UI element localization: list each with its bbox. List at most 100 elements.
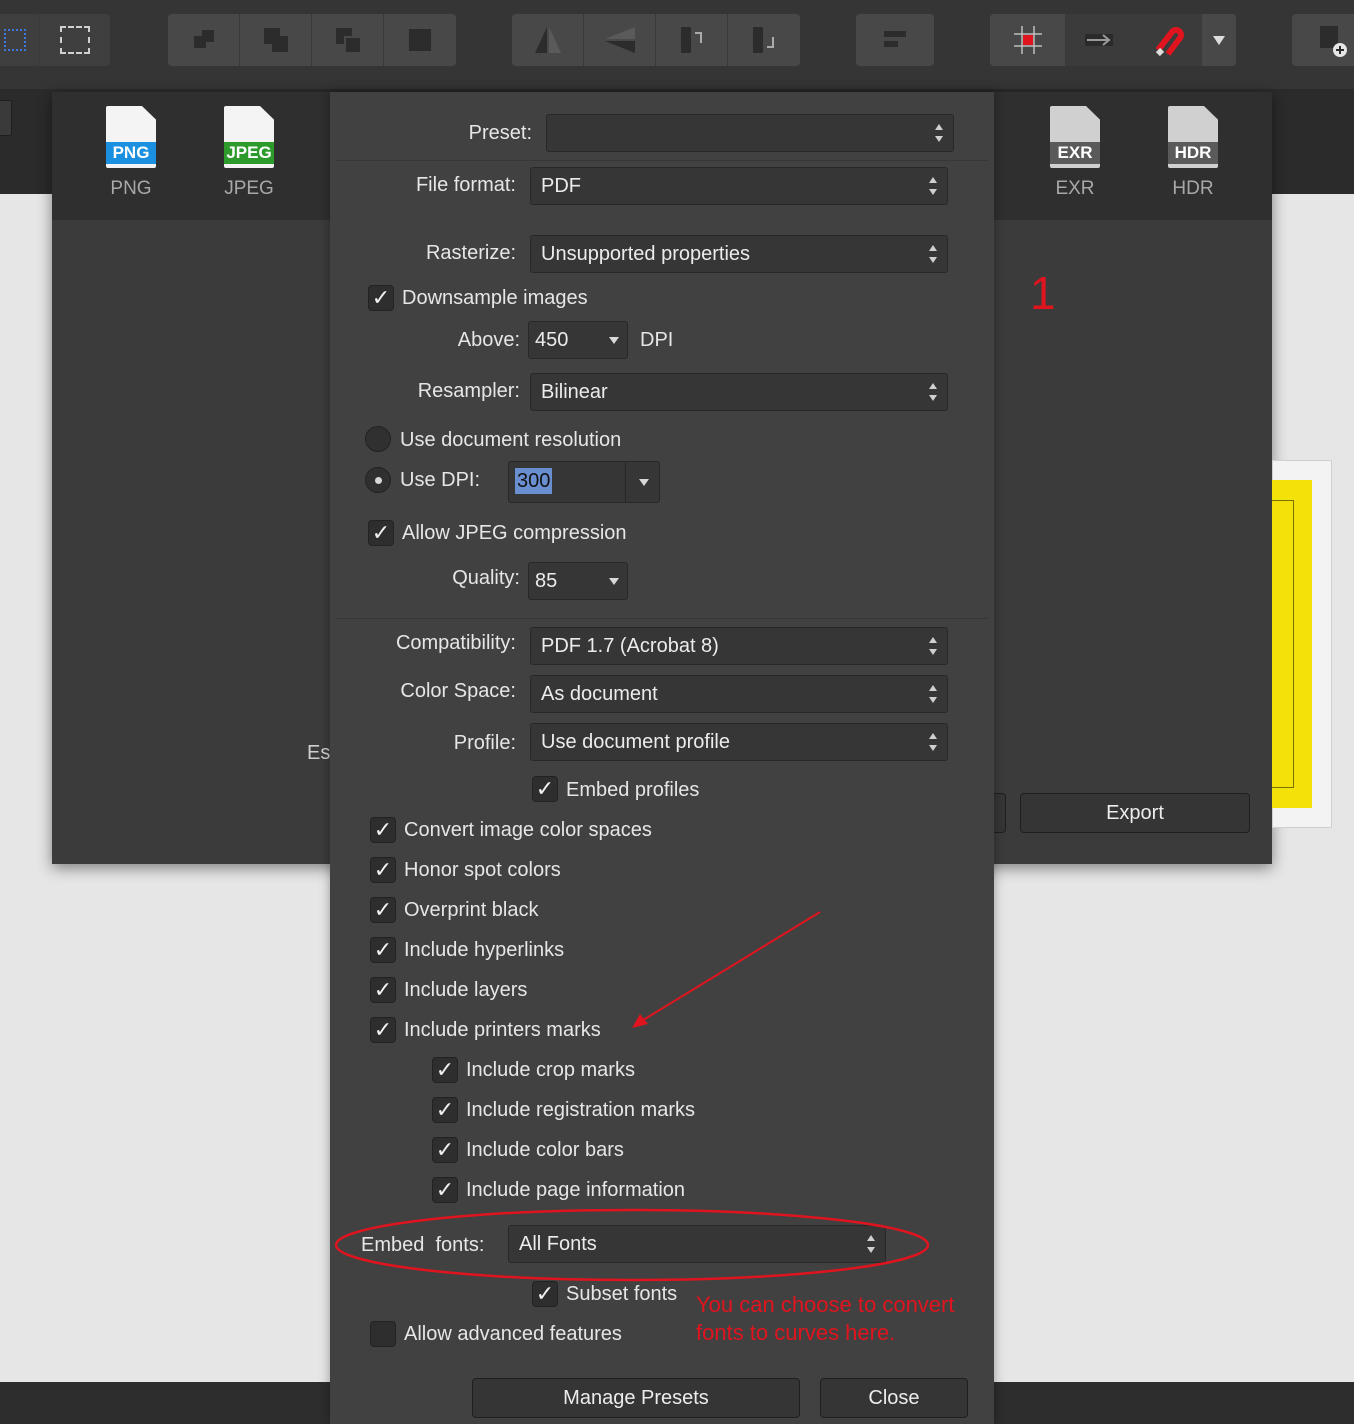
rotate-right-icon[interactable] xyxy=(728,14,800,66)
estimate-label: Es xyxy=(307,742,331,764)
stepper-icon xyxy=(867,1234,875,1254)
chevron-down-icon xyxy=(609,337,619,344)
stepper-icon xyxy=(935,123,943,143)
file-format-label: File format: xyxy=(415,174,516,196)
file-format-select[interactable]: PDF xyxy=(530,167,948,205)
export-button[interactable]: Export xyxy=(1020,793,1250,833)
stepper-icon xyxy=(929,636,937,656)
above-value: 450 xyxy=(535,329,569,351)
stepper-icon xyxy=(929,244,937,264)
use-dpi-value: 300 xyxy=(515,468,553,494)
preset-select[interactable] xyxy=(546,114,954,152)
arrange-back-icon[interactable] xyxy=(168,14,240,66)
honor-spot-colors-checkbox[interactable]: ✓ xyxy=(370,857,396,883)
downsample-checkbox[interactable]: ✓ xyxy=(368,285,394,311)
profile-select[interactable]: Use document profile xyxy=(530,723,948,761)
stepper-icon xyxy=(929,684,937,704)
include-printers-marks-label: Include printers marks xyxy=(404,1019,601,1041)
include-hyperlinks-checkbox[interactable]: ✓ xyxy=(370,937,396,963)
quality-combo[interactable]: 85 xyxy=(528,562,628,600)
stepper-icon xyxy=(929,382,937,402)
page-tools xyxy=(1292,14,1354,66)
include-printers-marks-checkbox[interactable]: ✓ xyxy=(370,1017,396,1043)
preset-label: Preset: xyxy=(468,122,532,144)
annotation-number: 1 xyxy=(1030,267,1056,319)
use-document-resolution-label: Use document resolution xyxy=(400,429,622,451)
add-page-icon[interactable] xyxy=(1292,14,1354,66)
arrange-front-icon[interactable] xyxy=(384,14,456,66)
include-registration-marks-checkbox[interactable]: ✓ xyxy=(432,1097,458,1123)
manage-presets-button[interactable]: Manage Presets xyxy=(472,1378,800,1418)
embed-fonts-value: All Fonts xyxy=(519,1233,597,1255)
flip-vertical-icon[interactable] xyxy=(584,14,656,66)
exr-file-icon: EXR xyxy=(1050,106,1100,168)
align-tools xyxy=(856,14,934,66)
arrange-backward-icon[interactable] xyxy=(240,14,312,66)
rotate-left-icon[interactable] xyxy=(656,14,728,66)
overprint-black-label: Overprint black xyxy=(404,899,539,921)
png-badge: PNG xyxy=(106,142,156,164)
align-icon[interactable] xyxy=(856,14,934,66)
include-page-information-label: Include page information xyxy=(466,1179,686,1201)
resampler-label: Resampler: xyxy=(417,380,520,402)
format-png[interactable]: PNG PNG xyxy=(86,106,176,200)
flip-rotate-tools xyxy=(512,14,800,66)
context-button[interactable] xyxy=(0,100,12,136)
format-label: EXR xyxy=(1055,178,1095,199)
use-document-resolution-radio[interactable] xyxy=(365,426,391,452)
divider xyxy=(336,618,988,619)
subset-fonts-checkbox[interactable]: ✓ xyxy=(532,1281,558,1307)
compatibility-label: Compatibility: xyxy=(395,632,516,654)
chevron-down-icon xyxy=(609,578,619,585)
color-space-value: As document xyxy=(541,683,658,705)
embed-profiles-checkbox[interactable]: ✓ xyxy=(532,776,558,802)
flip-horizontal-icon[interactable] xyxy=(512,14,584,66)
convert-color-spaces-checkbox[interactable]: ✓ xyxy=(370,817,396,843)
annotation-note-line2: fonts to curves here. xyxy=(696,1320,896,1345)
allow-jpeg-checkbox[interactable]: ✓ xyxy=(368,520,394,546)
allow-advanced-features-checkbox[interactable] xyxy=(370,1321,396,1347)
use-dpi-combo[interactable]: 300 xyxy=(508,461,660,503)
arrange-forward-icon[interactable] xyxy=(312,14,384,66)
format-label: PNG xyxy=(110,178,152,199)
format-jpeg[interactable]: JPEG JPEG xyxy=(204,106,294,200)
dropdown-icon[interactable] xyxy=(1202,14,1236,66)
dpi-unit-label: DPI xyxy=(640,329,674,351)
move-icon[interactable] xyxy=(1066,14,1134,66)
file-format-value: PDF xyxy=(541,175,581,197)
close-button[interactable]: Close xyxy=(820,1378,968,1418)
divider xyxy=(336,160,988,161)
compatibility-select[interactable]: PDF 1.7 (Acrobat 8) xyxy=(530,627,948,665)
use-dpi-radio[interactable] xyxy=(365,467,391,493)
overprint-black-checkbox[interactable]: ✓ xyxy=(370,897,396,923)
allow-advanced-features-label: Allow advanced features xyxy=(404,1323,622,1345)
jpeg-badge: JPEG xyxy=(224,142,274,164)
arrange-tools xyxy=(168,14,456,66)
format-exr[interactable]: EXR EXR xyxy=(1030,106,1120,200)
transform-icon[interactable] xyxy=(40,14,110,66)
include-page-information-checkbox[interactable]: ✓ xyxy=(432,1177,458,1203)
include-layers-label: Include layers xyxy=(404,979,528,1001)
grid-select-icon[interactable] xyxy=(0,14,40,66)
rasterize-select[interactable]: Unsupported properties xyxy=(530,235,948,273)
snapping-magnet-icon[interactable] xyxy=(1134,14,1202,66)
embed-fonts-select[interactable]: All Fonts xyxy=(508,1225,886,1263)
include-hyperlinks-label: Include hyperlinks xyxy=(404,939,565,961)
rasterize-label: Rasterize: xyxy=(425,242,516,264)
png-file-icon: PNG xyxy=(106,106,156,168)
format-hdr[interactable]: HDR HDR xyxy=(1148,106,1238,200)
convert-color-spaces-label: Convert image color spaces xyxy=(404,819,652,841)
downsample-label: Downsample images xyxy=(402,287,588,309)
snapping-grid-icon[interactable] xyxy=(990,14,1066,66)
above-dpi-combo[interactable]: 450 xyxy=(528,321,628,359)
include-color-bars-checkbox[interactable]: ✓ xyxy=(432,1137,458,1163)
embed-profiles-label: Embed profiles xyxy=(566,779,700,801)
subset-fonts-label: Subset fonts xyxy=(566,1283,678,1305)
use-dpi-label: Use DPI: xyxy=(400,469,481,491)
color-space-select[interactable]: As document xyxy=(530,675,948,713)
honor-spot-colors-label: Honor spot colors xyxy=(404,859,561,881)
embed-fonts-label: Embed fonts: xyxy=(361,1234,485,1256)
resampler-select[interactable]: Bilinear xyxy=(530,373,948,411)
include-crop-marks-checkbox[interactable]: ✓ xyxy=(432,1057,458,1083)
include-layers-checkbox[interactable]: ✓ xyxy=(370,977,396,1003)
